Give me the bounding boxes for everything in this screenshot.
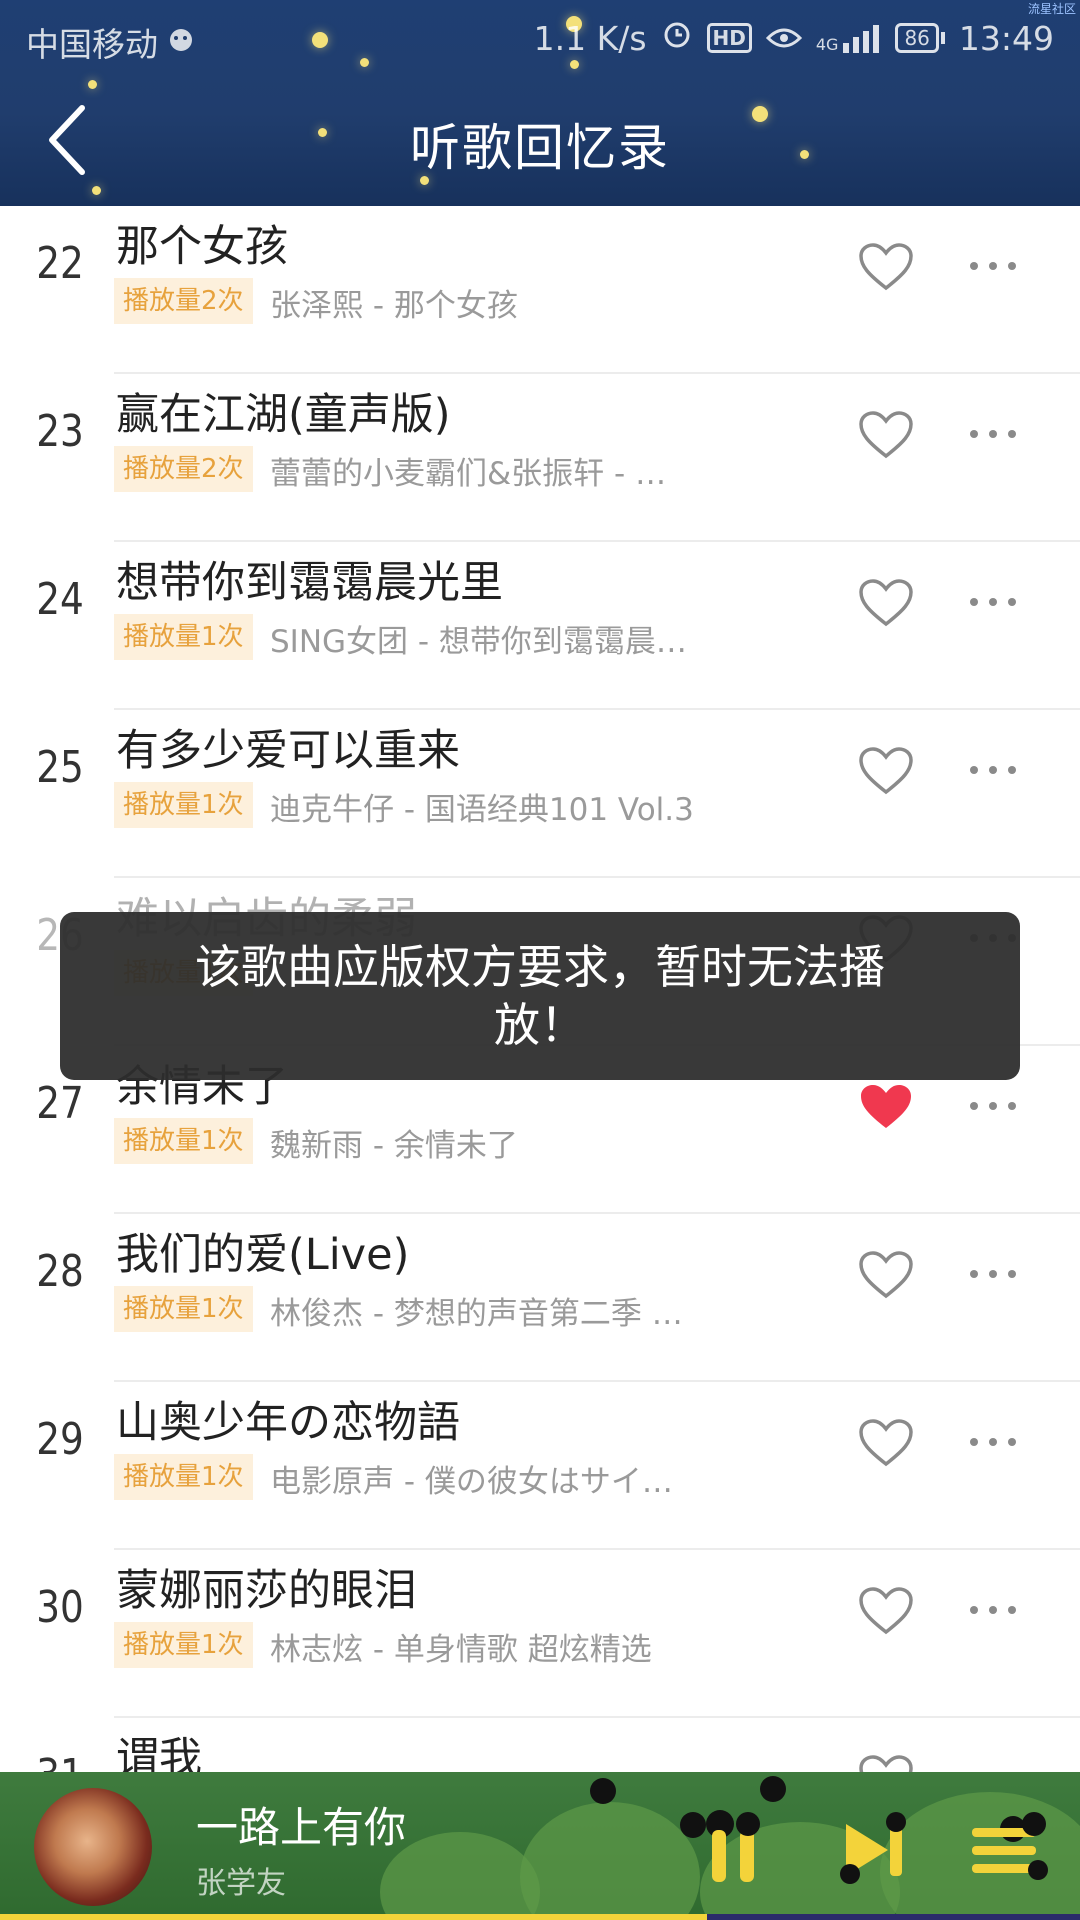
song-index: 23	[36, 406, 84, 457]
now-playing-title: 一路上有你	[196, 1803, 407, 1852]
play-count-badge: 播放量1次	[114, 1118, 253, 1164]
more-options-icon[interactable]	[966, 1432, 1020, 1452]
signal-icon: 4G	[816, 23, 882, 53]
battery-level: 86	[895, 23, 939, 53]
status-bar: 中国移动 1.1 K/s HD 4G 86 13:49 流星社区	[0, 0, 1080, 76]
song-title: 山奥少年の恋物語	[116, 1398, 460, 1448]
song-artist-album: 林俊杰 - 梦想的声音第二季 …	[270, 1296, 683, 1332]
song-index: 27	[36, 1078, 84, 1129]
network-speed: 1.1 K/s	[533, 18, 647, 58]
song-index: 24	[36, 574, 84, 625]
next-track-icon	[840, 1812, 906, 1884]
clock: 13:49	[958, 18, 1054, 58]
play-count-badge: 播放量1次	[114, 1286, 253, 1332]
more-options-icon[interactable]	[966, 760, 1020, 780]
heart-icon[interactable]	[858, 242, 914, 292]
album-art[interactable]	[34, 1788, 152, 1906]
playback-progress-fill	[0, 1914, 708, 1920]
page-title: 听歌回忆录	[410, 119, 670, 177]
song-index: 28	[36, 1246, 84, 1297]
song-row[interactable]: 23 赢在江湖(童声版) 播放量2次 蕾蕾的小麦霸们&张振轩 - …	[0, 374, 1080, 542]
song-artist-album: 张泽熙 - 那个女孩	[270, 288, 518, 324]
song-index: 30	[36, 1582, 84, 1633]
more-options-icon[interactable]	[966, 1096, 1020, 1116]
play-pause-button[interactable]	[700, 1810, 770, 1890]
star-decoration	[88, 80, 97, 89]
liked-heart-icon[interactable]	[858, 1082, 914, 1132]
play-count-badge: 播放量1次	[114, 782, 253, 828]
song-row[interactable]: 31 谓我	[0, 1718, 1080, 1772]
song-artist-album: 魏新雨 - 余情未了	[270, 1128, 518, 1164]
song-row[interactable]: 24 想带你到霭霭晨光里播放量1次 SING女团 - 想带你到霭霭晨…	[0, 542, 1080, 710]
alarm-icon	[661, 18, 693, 58]
song-title: 有多少爱可以重来	[116, 726, 460, 776]
song-index: 29	[36, 1414, 84, 1465]
song-artist-album: 林志炫 - 单身情歌 超炫精选	[270, 1632, 652, 1668]
hd-icon: HD	[706, 23, 752, 53]
song-title: 那个女孩	[116, 222, 288, 272]
heart-icon[interactable]	[858, 1754, 914, 1772]
song-index: 22	[36, 238, 84, 289]
play-count-badge: 播放量2次	[114, 446, 253, 492]
song-artist-album: 电影原声 - 僕の彼女はサイ…	[270, 1464, 673, 1500]
watermark-label: 流星社区	[1027, 2, 1076, 16]
heart-icon[interactable]	[858, 578, 914, 628]
heart-icon[interactable]	[858, 1250, 914, 1300]
playlist-icon	[972, 1812, 1048, 1880]
song-row[interactable]: 25 有多少爱可以重来播放量1次 迪克牛仔 - 国语经典101 Vol.3	[0, 710, 1080, 878]
battery-icon: 86	[895, 23, 945, 53]
app-screen: 中国移动 1.1 K/s HD 4G 86 13:49 流星社区 听歌回忆录 2…	[0, 0, 1080, 1920]
pause-icon	[706, 1810, 760, 1882]
play-count-badge: 播放量2次	[114, 278, 253, 324]
toast-message: 该歌曲应版权方要求，暂时无法播放！	[60, 912, 1020, 1080]
play-count-badge: 播放量1次	[114, 1454, 253, 1500]
star-decoration	[92, 186, 101, 195]
header: 中国移动 1.1 K/s HD 4G 86 13:49 流星社区 听歌回忆录	[0, 0, 1080, 206]
more-options-icon[interactable]	[966, 592, 1020, 612]
play-count-badge: 播放量1次	[114, 1622, 253, 1668]
more-options-icon[interactable]	[966, 424, 1020, 444]
song-title: 我们的爱(Live)	[116, 1230, 410, 1280]
soot-sprite-decoration	[590, 1778, 616, 1804]
more-options-icon[interactable]	[966, 1600, 1020, 1620]
song-row[interactable]: 30 蒙娜丽莎的眼泪播放量1次 林志炫 - 单身情歌 超炫精选	[0, 1550, 1080, 1718]
song-title: 蒙娜丽莎的眼泪	[116, 1566, 417, 1616]
mini-player[interactable]: 一路上有你 张学友	[0, 1772, 1080, 1920]
song-row[interactable]: 22 那个女孩播放量2次 张泽熙 - 那个女孩	[0, 206, 1080, 374]
eye-icon	[765, 19, 802, 58]
soot-sprite-decoration	[760, 1776, 786, 1802]
playback-progress-bar[interactable]	[0, 1914, 1080, 1920]
song-title: 谓我	[116, 1734, 202, 1772]
heart-icon[interactable]	[858, 410, 914, 460]
heart-icon[interactable]	[858, 746, 914, 796]
heart-icon[interactable]	[858, 1418, 914, 1468]
song-row[interactable]: 29 山奥少年の恋物語播放量1次 电影原声 - 僕の彼女はサイ…	[0, 1382, 1080, 1550]
next-track-button[interactable]	[836, 1810, 916, 1890]
more-options-icon[interactable]	[966, 1264, 1020, 1284]
play-count-badge: 播放量1次	[114, 614, 253, 660]
song-title: 想带你到霭霭晨光里	[116, 558, 503, 608]
now-playing-artist: 张学友	[196, 1866, 286, 1901]
song-index: 25	[36, 742, 84, 793]
song-artist-album: SING女团 - 想带你到霭霭晨…	[270, 624, 687, 660]
song-artist-album: 蕾蕾的小麦霸们&张振轩 - …	[270, 456, 667, 492]
song-artist-album: 迪克牛仔 - 国语经典101 Vol.3	[270, 792, 694, 828]
song-row[interactable]: 28 我们的爱(Live) 播放量1次 林俊杰 - 梦想的声音第二季 …	[0, 1214, 1080, 1382]
song-index: 31	[35, 1750, 86, 1772]
more-options-icon[interactable]	[966, 256, 1020, 276]
bush-decoration	[520, 1802, 700, 1920]
carrier-label: 中国移动	[26, 25, 158, 64]
heart-icon[interactable]	[858, 1586, 914, 1636]
notification-icon	[164, 23, 198, 62]
song-title: 赢在江湖(童声版)	[116, 390, 451, 440]
playlist-button[interactable]	[966, 1810, 1050, 1890]
